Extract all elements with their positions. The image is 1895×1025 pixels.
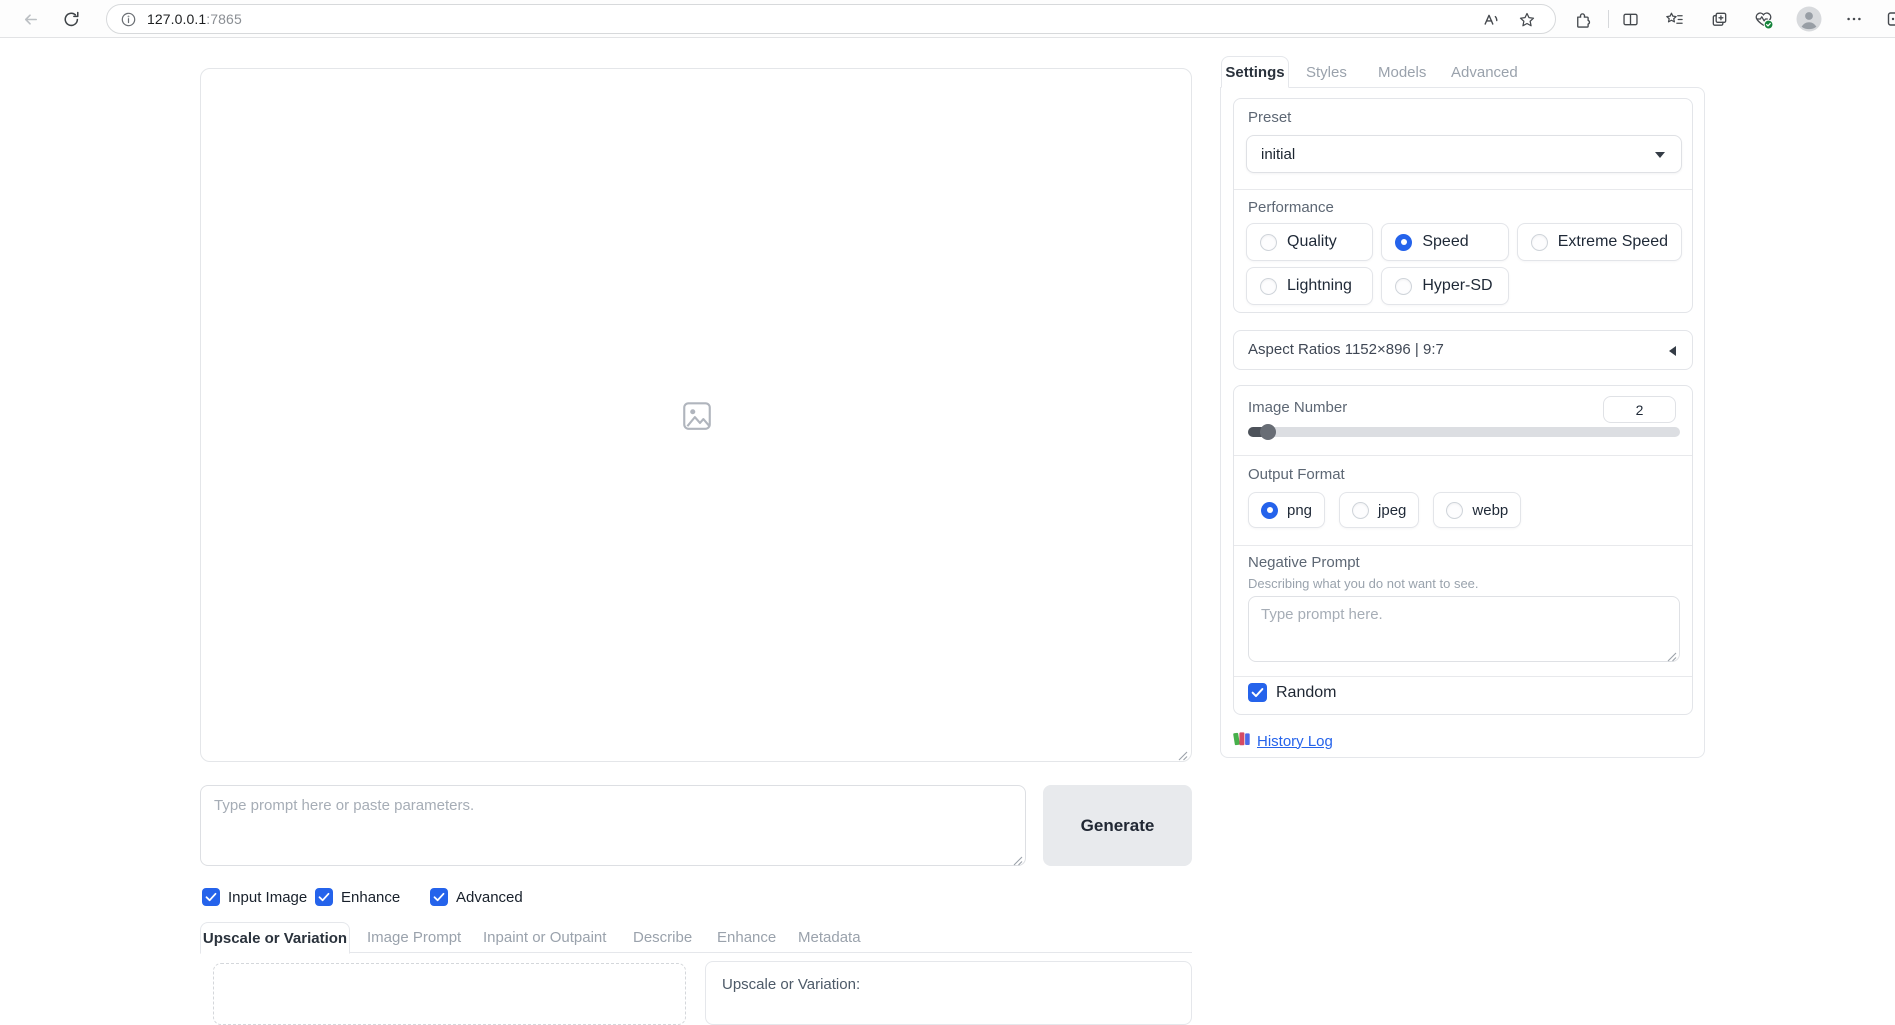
split-screen-icon[interactable] — [1618, 7, 1642, 31]
checkbox-label: Enhance — [341, 889, 400, 906]
tab-styles[interactable]: Styles — [1306, 56, 1347, 88]
fooocus-app: Generate Input Image Enhance Advanced Up… — [0, 39, 1895, 993]
upscale-options-label: Upscale or Variation: — [722, 976, 860, 993]
sidebar-icon[interactable] — [1884, 7, 1895, 31]
prompt-input-wrap — [200, 785, 1026, 866]
radio-checked-icon — [1261, 502, 1278, 519]
performance-option-lightning[interactable]: Lightning — [1246, 267, 1373, 305]
image-number-slider[interactable] — [1248, 427, 1680, 437]
checkbox-checked-icon — [430, 888, 448, 906]
radio-unchecked-icon — [1446, 502, 1463, 519]
preset-label: Preset — [1248, 109, 1291, 126]
output-format-label: Output Format — [1248, 466, 1345, 483]
favorites-list-icon[interactable] — [1662, 7, 1686, 31]
performance-options: Quality Speed Extreme Speed Lightning Hy… — [1246, 223, 1682, 305]
preset-dropdown[interactable]: initial — [1246, 135, 1682, 173]
performance-option-speed[interactable]: Speed — [1381, 223, 1508, 261]
tab-metadata[interactable]: Metadata — [798, 922, 861, 953]
divider — [1234, 189, 1692, 190]
preset-value: initial — [1261, 146, 1295, 163]
site-info-icon[interactable] — [121, 12, 136, 27]
format-option-webp[interactable]: webp — [1433, 492, 1521, 528]
divider — [1234, 455, 1692, 456]
history-log-link[interactable]: History Log — [1257, 733, 1333, 750]
image-number-input[interactable] — [1603, 396, 1676, 423]
aspect-ratios-label: Aspect Ratios 1152×896 | 9:7 — [1248, 341, 1444, 358]
format-option-jpeg[interactable]: jpeg — [1339, 492, 1419, 528]
tab-describe[interactable]: Describe — [633, 922, 692, 953]
settings-panel: Preset initial Performance Quality Speed — [1220, 87, 1705, 758]
tool-tab-bar: Upscale or Variation Image Prompt Inpain… — [200, 922, 1192, 953]
toolbar-divider — [1608, 10, 1609, 28]
divider — [1234, 545, 1692, 546]
tab-inpaint-or-outpaint[interactable]: Inpaint or Outpaint — [483, 922, 606, 953]
negative-prompt-wrap — [1248, 596, 1680, 662]
accordion-collapsed-arrow-icon — [1669, 346, 1676, 356]
checkbox-checked-icon — [315, 888, 333, 906]
performance-label: Performance — [1248, 199, 1334, 216]
upscale-options-panel: Upscale or Variation: — [705, 961, 1192, 1025]
enhance-checkbox[interactable]: Enhance — [315, 888, 400, 906]
image-number-label: Image Number — [1248, 399, 1347, 416]
image-placeholder-icon — [680, 399, 714, 438]
image-preview-area[interactable] — [200, 68, 1192, 762]
radio-unchecked-icon — [1395, 278, 1412, 295]
random-label: Random — [1276, 684, 1336, 702]
preview-resize-handle[interactable] — [1178, 748, 1188, 758]
tab-upscale-or-variation[interactable]: Upscale or Variation — [200, 922, 350, 954]
browser-essentials-icon[interactable] — [1751, 7, 1775, 31]
performance-option-quality[interactable]: Quality — [1246, 223, 1373, 261]
generate-button[interactable]: Generate — [1043, 785, 1192, 866]
random-checkbox[interactable]: Random — [1248, 683, 1336, 702]
checkbox-checked-icon — [1248, 683, 1267, 702]
tab-enhance[interactable]: Enhance — [717, 922, 776, 953]
browser-toolbar: 127.0.0.1:7865 — [0, 0, 1895, 38]
prompt-resize-handle[interactable] — [1013, 853, 1023, 863]
negative-prompt-info: Describing what you do not want to see. — [1248, 576, 1479, 591]
back-icon[interactable] — [18, 7, 42, 31]
tab-settings[interactable]: Settings — [1221, 56, 1289, 88]
radio-unchecked-icon — [1352, 502, 1369, 519]
history-log[interactable]: History Log — [1233, 730, 1333, 752]
favorite-star-icon[interactable] — [1517, 10, 1537, 30]
tab-image-prompt[interactable]: Image Prompt — [367, 922, 461, 953]
chevron-down-icon — [1655, 152, 1665, 158]
radio-unchecked-icon — [1260, 278, 1277, 295]
checkbox-checked-icon — [202, 888, 220, 906]
read-aloud-icon[interactable] — [1481, 10, 1501, 30]
performance-option-extreme-speed[interactable]: Extreme Speed — [1517, 223, 1682, 261]
performance-option-hyper-sd[interactable]: Hyper-SD — [1381, 267, 1508, 305]
refresh-icon[interactable] — [59, 7, 83, 31]
preset-performance-group: Preset initial Performance Quality Speed — [1233, 98, 1693, 313]
negative-prompt-resize-handle[interactable] — [1667, 649, 1677, 659]
tab-models[interactable]: Models — [1378, 56, 1426, 88]
address-bar[interactable]: 127.0.0.1:7865 — [106, 4, 1556, 34]
aspect-ratios-accordion[interactable]: Aspect Ratios 1152×896 | 9:7 — [1233, 330, 1693, 370]
advanced-checkbox[interactable]: Advanced — [430, 888, 523, 906]
checkbox-label: Input Image — [228, 889, 307, 906]
history-log-icon — [1233, 730, 1251, 752]
collections-icon[interactable] — [1707, 7, 1731, 31]
output-format-options: png jpeg webp — [1248, 492, 1521, 528]
extensions-icon[interactable] — [1570, 7, 1594, 31]
negative-prompt-label: Negative Prompt — [1248, 554, 1360, 571]
format-option-png[interactable]: png — [1248, 492, 1325, 528]
divider — [1234, 676, 1692, 677]
more-menu-icon[interactable] — [1842, 7, 1866, 31]
url-text: 127.0.0.1:7865 — [147, 11, 242, 27]
prompt-input[interactable] — [200, 785, 1026, 866]
radio-checked-icon — [1395, 234, 1412, 251]
upscale-image-dropzone[interactable] — [213, 963, 686, 1025]
input-image-checkbox[interactable]: Input Image — [202, 888, 307, 906]
radio-unchecked-icon — [1260, 234, 1277, 251]
profile-avatar[interactable] — [1796, 6, 1822, 32]
slider-thumb[interactable] — [1260, 424, 1276, 440]
tab-advanced[interactable]: Advanced — [1451, 56, 1518, 88]
generation-options-group: Image Number Output Format png jpeg — [1233, 385, 1693, 715]
radio-unchecked-icon — [1531, 234, 1548, 251]
negative-prompt-input[interactable] — [1248, 596, 1680, 662]
checkbox-label: Advanced — [456, 889, 523, 906]
